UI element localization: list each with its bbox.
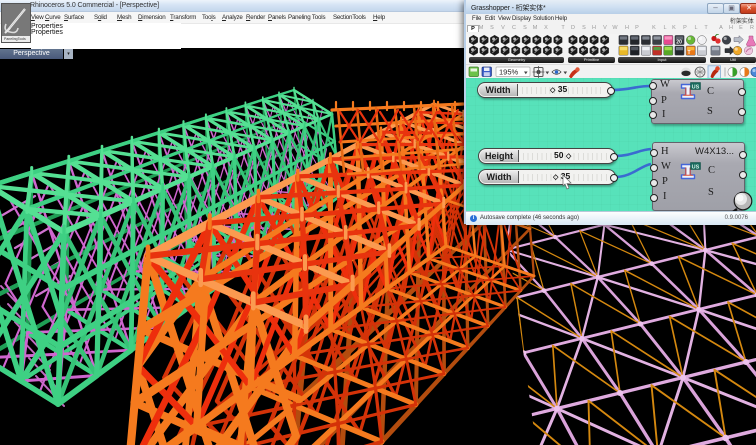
svg-text:US: US bbox=[692, 84, 700, 90]
svg-text:PanelingTools: PanelingTools bbox=[4, 37, 26, 41]
svg-text:195%: 195% bbox=[499, 68, 519, 77]
svg-text:20: 20 bbox=[676, 39, 682, 45]
svg-text:T: T bbox=[688, 50, 691, 56]
svg-text:US: US bbox=[692, 164, 700, 170]
